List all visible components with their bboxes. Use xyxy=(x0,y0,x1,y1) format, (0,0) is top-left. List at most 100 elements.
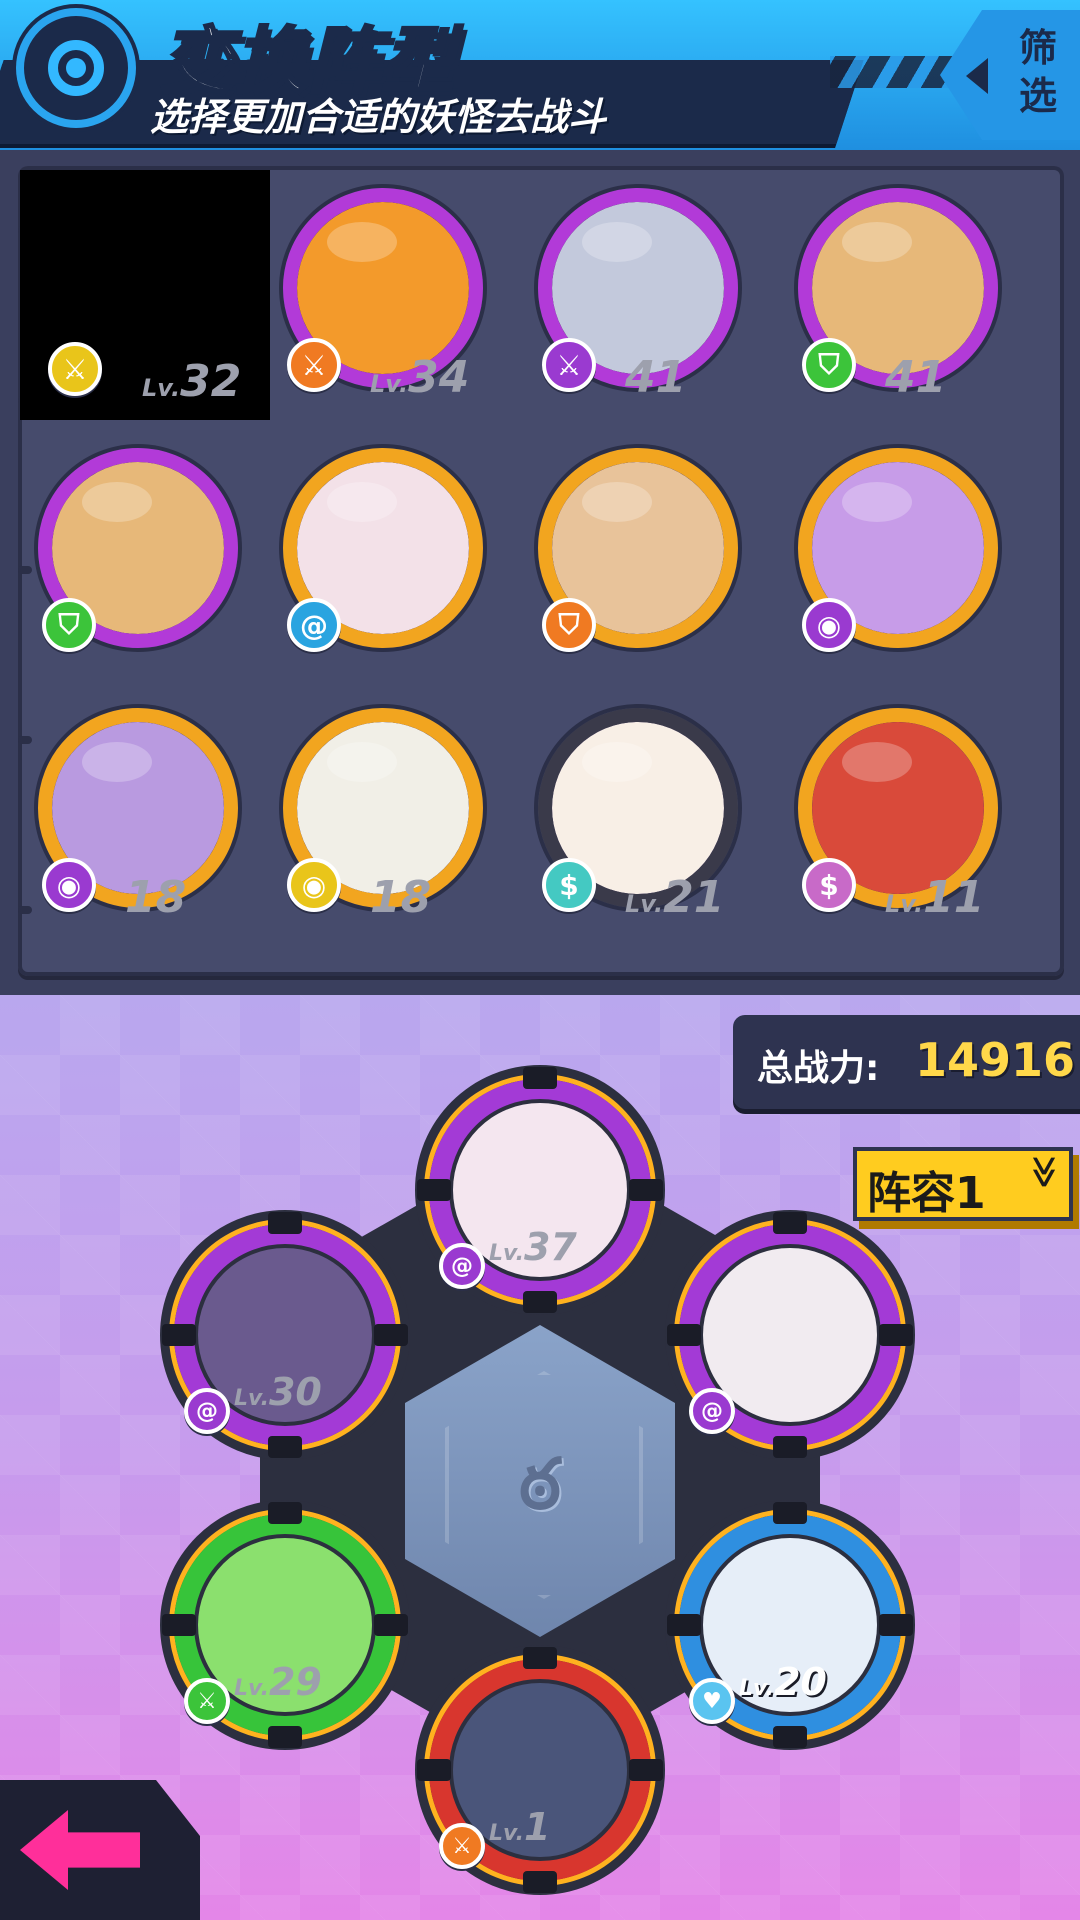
roster-monster-masked-ninja[interactable]: ⛉ 41 xyxy=(780,170,1010,410)
slot-notch xyxy=(773,1436,807,1458)
slot-notch xyxy=(268,1502,302,1524)
roster-monster-masked-ninja-2[interactable]: ⛉ xyxy=(20,430,250,670)
formation-area: 总战力: 14916 阵容1 ≫ ఠ @ Lv.37 @ Lv.30 @ ⚔ Lv.29 ♥ L… xyxy=(0,995,1080,1920)
roster-monster-hooded-elf[interactable]: ◉ 18 xyxy=(265,690,495,930)
header-bar: 变换阵型 选择更加合适的妖怪去战斗 筛选 xyxy=(0,0,1080,150)
formation-slot-upper-left[interactable]: @ Lv.30 xyxy=(160,1210,410,1460)
yokai-emblem-icon: ఠ xyxy=(519,1443,561,1525)
roster-monster-purple-twin-girl[interactable]: ◉ xyxy=(780,430,1010,670)
swirl-icon: @ xyxy=(287,598,341,652)
slot-notch xyxy=(879,1614,913,1636)
roster-monster-caped-boy[interactable]: ⛉ xyxy=(520,430,750,670)
slot-notch xyxy=(773,1212,807,1234)
slot-notch xyxy=(523,1647,557,1669)
roster-monster-bunny[interactable]: $ Lv.21 xyxy=(520,690,750,930)
shield-icon: ⛉ xyxy=(802,338,856,392)
slot-notch xyxy=(523,1291,557,1313)
swirl-icon: @ xyxy=(184,1388,230,1434)
portrait-sheen xyxy=(327,222,397,262)
formation-slot-upper-right[interactable]: @ xyxy=(665,1210,915,1460)
slot-notch xyxy=(417,1759,451,1781)
eye-icon: ◉ xyxy=(287,858,341,912)
shield-icon: ⛉ xyxy=(42,598,96,652)
slot-notch xyxy=(268,1212,302,1234)
level-label: 18 xyxy=(125,872,187,923)
roster-monster-horned-demon[interactable]: ⚔ 41 xyxy=(520,170,750,410)
arrow-left-icon xyxy=(20,1810,140,1890)
sword-icon: ⚔ xyxy=(48,342,102,396)
slot-notch xyxy=(523,1067,557,1089)
chevron-down-icon: ≫ xyxy=(1025,1155,1064,1189)
formation-slot-top[interactable]: @ Lv.37 xyxy=(415,1065,665,1315)
back-button[interactable] xyxy=(0,1780,200,1920)
yokai-watch-logo-icon xyxy=(16,8,136,128)
level-label: Lv.32 xyxy=(142,356,242,407)
redacted-slot[interactable]: ⚔ Lv.32 xyxy=(20,170,270,420)
formation-slot-lower-right[interactable]: ♥ Lv.20 xyxy=(665,1500,915,1750)
page-subtitle: 选择更加合适的妖怪去战斗 xyxy=(150,95,607,139)
slot-notch xyxy=(374,1324,408,1346)
sword-icon: ⚔ xyxy=(439,1823,485,1869)
swirl-icon: @ xyxy=(439,1243,485,1289)
portrait-sheen xyxy=(842,222,912,262)
bag-icon: $ xyxy=(802,858,856,912)
total-power-box: 总战力: 14916 xyxy=(733,1015,1080,1109)
level-label: Lv.37 xyxy=(489,1225,577,1269)
level-label: Lv.30 xyxy=(234,1370,322,1414)
slot-notch xyxy=(374,1614,408,1636)
slot-notch xyxy=(879,1324,913,1346)
level-label: Lv.11 xyxy=(885,872,985,923)
portrait-sheen xyxy=(327,482,397,522)
formation-slot-bottom[interactable]: ⚔ Lv.1 xyxy=(415,1645,665,1895)
roster-monster-horned-girl[interactable]: @ xyxy=(265,430,495,670)
slot-notch xyxy=(773,1726,807,1748)
portrait-sheen xyxy=(582,482,652,522)
level-label: 41 xyxy=(625,352,687,403)
sword-icon: ⚔ xyxy=(542,338,596,392)
portrait-sheen xyxy=(582,742,652,782)
shield-icon: ⛉ xyxy=(542,598,596,652)
roster-monster-feather-chief[interactable]: $ Lv.11 xyxy=(780,690,1010,930)
swirl-icon: @ xyxy=(689,1388,735,1434)
eye-icon: ◉ xyxy=(42,858,96,912)
lineup-label: 阵容1 xyxy=(867,1168,986,1219)
total-power-value: 14916 xyxy=(915,1033,1076,1087)
roster-monster-fire-sprite[interactable]: ⚔ Lv.34 xyxy=(265,170,495,410)
portrait-sheen xyxy=(582,222,652,262)
filter-label: 筛选 xyxy=(1018,26,1057,118)
slot-notch xyxy=(162,1324,196,1346)
level-label: 41 xyxy=(885,352,947,403)
level-label: Lv.21 xyxy=(625,872,725,923)
portrait-sheen xyxy=(327,742,397,782)
sword-icon: ⚔ xyxy=(184,1678,230,1724)
slot-notch xyxy=(629,1759,663,1781)
portrait-sheen xyxy=(82,482,152,522)
filter-button[interactable]: 筛选 xyxy=(940,10,1080,140)
lineup-selector[interactable]: 阵容1 ≫ xyxy=(853,1147,1073,1221)
slot-notch xyxy=(667,1614,701,1636)
slot-notch xyxy=(268,1726,302,1748)
level-label: Lv.29 xyxy=(234,1660,322,1704)
slot-notch xyxy=(523,1871,557,1893)
portrait-sheen xyxy=(82,742,152,782)
slot-notch xyxy=(162,1614,196,1636)
eye-icon: ◉ xyxy=(802,598,856,652)
slot-notch xyxy=(268,1436,302,1458)
portrait-sheen xyxy=(842,742,912,782)
total-power-label: 总战力: xyxy=(757,1048,880,1089)
level-label: Lv.34 xyxy=(370,352,470,403)
bag-icon: $ xyxy=(542,858,596,912)
slot-notch xyxy=(629,1179,663,1201)
level-label: Lv.20 xyxy=(739,1660,827,1704)
portrait-sheen xyxy=(842,482,912,522)
heart-icon: ♥ xyxy=(689,1678,735,1724)
level-label: Lv.1 xyxy=(489,1805,551,1849)
slot-notch xyxy=(417,1179,451,1201)
slot-notch xyxy=(667,1324,701,1346)
logo-dot xyxy=(66,58,86,78)
arrow-left-icon xyxy=(966,58,988,94)
level-label: 18 xyxy=(370,872,432,923)
formation-slot-lower-left[interactable]: ⚔ Lv.29 xyxy=(160,1500,410,1750)
roster-monster-glasses-girl[interactable]: ◉ 18 xyxy=(20,690,250,930)
sword-icon: ⚔ xyxy=(287,338,341,392)
